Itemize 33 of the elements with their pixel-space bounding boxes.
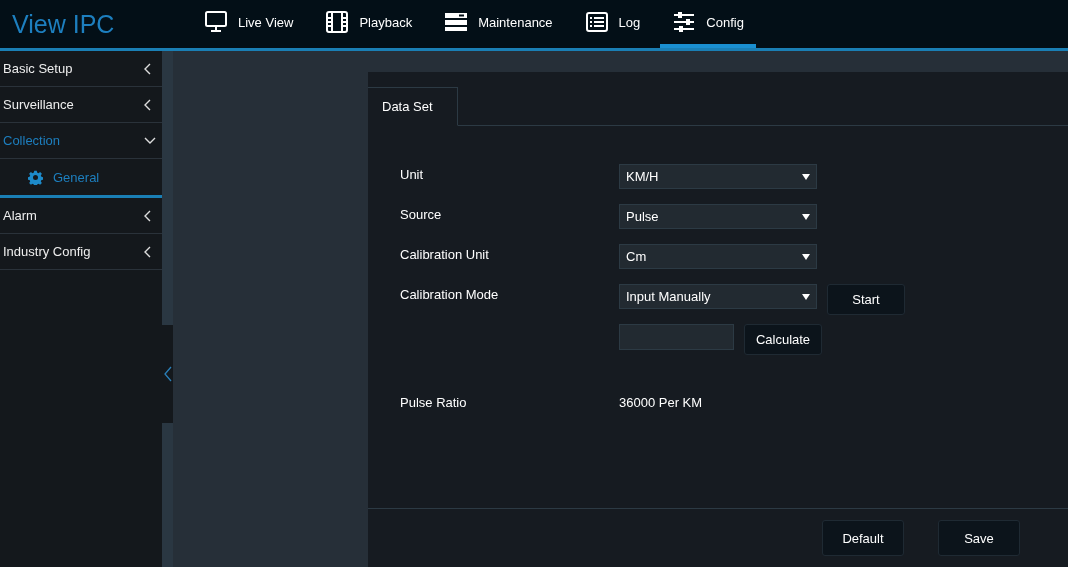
- dropdown[interactable]: KM/H: [619, 164, 817, 189]
- chevron-left-icon: [163, 366, 172, 382]
- dropdown[interactable]: Pulse: [619, 204, 817, 229]
- server-icon: [444, 10, 469, 34]
- field-value: 36000 Per KM: [619, 394, 703, 410]
- footer-button[interactable]: Save: [938, 520, 1020, 556]
- dropdown-arrow-icon: [802, 213, 810, 220]
- list-icon: [584, 10, 609, 34]
- field-label: Source: [400, 206, 443, 224]
- field-label: Calibration Unit: [400, 246, 490, 264]
- footer-button[interactable]: Default: [822, 520, 904, 556]
- input-field[interactable]: [619, 324, 734, 350]
- collapse-handle[interactable]: [162, 325, 173, 423]
- field-label: Unit: [400, 166, 425, 184]
- nav-tab[interactable]: Maintenance: [432, 0, 565, 48]
- sliders-icon: [672, 10, 697, 34]
- field-label: Pulse Ratio: [400, 394, 468, 412]
- monitor-icon: [204, 10, 228, 34]
- action-button[interactable]: Start: [827, 284, 905, 315]
- dropdown-arrow-icon: [802, 253, 810, 260]
- nav-tab[interactable]: Playback: [313, 0, 425, 48]
- dropdown-arrow-icon: [802, 173, 810, 180]
- action-button[interactable]: Calculate: [744, 324, 822, 355]
- film-icon: [325, 10, 350, 34]
- field-label: Calibration Mode: [400, 286, 500, 304]
- dropdown[interactable]: Input Manually: [619, 284, 817, 309]
- nav-tab[interactable]: Live View: [192, 0, 306, 48]
- gear-icon: [28, 169, 43, 185]
- dropdown[interactable]: Cm: [619, 244, 817, 269]
- dropdown-arrow-icon: [802, 293, 810, 300]
- tab[interactable]: Data Set: [368, 87, 458, 126]
- app-logo: View IPC: [11, 9, 116, 39]
- nav-tab[interactable]: Log: [572, 0, 653, 48]
